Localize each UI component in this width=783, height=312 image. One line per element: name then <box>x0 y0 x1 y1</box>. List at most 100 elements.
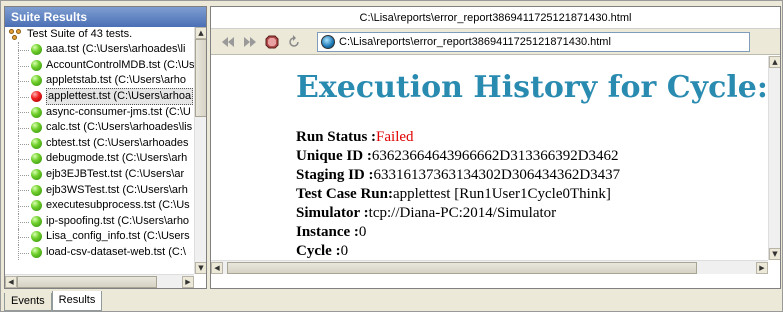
scroll-right-icon[interactable]: ▶ <box>182 276 194 288</box>
forward-arrow-icon[interactable] <box>239 32 261 52</box>
tree-item[interactable]: load-csv-dataset-web.tst (C:\ <box>5 244 196 261</box>
report-fields: Run Status :Failed Unique ID :63623664643… <box>296 128 768 260</box>
tree-item-label: Lisa_config_info.tst (C:\Users <box>46 230 190 243</box>
green-ball-icon <box>31 184 42 196</box>
field-value: applettest [Run1User1Cycle0Think] <box>392 186 611 202</box>
tree-item-label: cbtest.tst (C:\Users\arhoades <box>46 136 189 149</box>
scroll-thumb[interactable] <box>17 276 157 288</box>
green-ball-icon <box>31 75 42 87</box>
scroll-up-icon[interactable]: ▲ <box>769 56 780 68</box>
scroll-down-icon[interactable]: ▼ <box>769 248 780 260</box>
green-ball-icon <box>31 137 42 149</box>
field-label: Simulator : <box>296 205 369 221</box>
tree-item-label: AccountControlMDB.tst (C:\Us <box>46 58 195 71</box>
stop-icon[interactable] <box>261 32 283 52</box>
results-tree: Test Suite of 43 tests. aaa.tst (C:\User… <box>5 27 196 274</box>
panel-header: Suite Results <box>5 7 206 27</box>
tab-results[interactable]: Results <box>51 291 103 311</box>
tree-item[interactable]: ejb3EJBTest.tst (C:\Users\ar <box>5 166 196 183</box>
field-label: Staging ID : <box>296 167 374 183</box>
refresh-icon[interactable] <box>283 32 305 52</box>
tree-item-label: aaa.tst (C:\Users\arhoades\li <box>46 43 186 56</box>
address-text: C:\Lisa\reports\error_report386941172512… <box>339 35 611 48</box>
tree-item[interactable]: cbtest.tst (C:\Users\arhoades <box>5 135 196 152</box>
tree-item[interactable]: ip-spoofing.tst (C:\Users\arho <box>5 213 196 230</box>
field-value: 0 <box>358 224 367 240</box>
tree-item-label: ejb3EJBTest.tst (C:\Users\ar <box>46 168 185 181</box>
green-ball-icon <box>31 231 42 243</box>
field-value: 63623664643966662D313366392D3462 <box>371 148 619 164</box>
tree-horizontal-scrollbar[interactable]: ◀ ▶ <box>5 274 194 288</box>
tree-item[interactable]: async-consumer-jms.tst (C:\U <box>5 104 196 120</box>
content-vertical-scrollbar[interactable]: ▲ ▼ <box>768 56 780 260</box>
tree-item[interactable]: applettest.tst (C:\Users\arhoa <box>5 88 196 106</box>
report-field: Staging ID :63316137363134302D306434362D… <box>296 166 768 185</box>
scroll-down-icon[interactable]: ▼ <box>195 262 206 274</box>
scroll-left-icon[interactable]: ◀ <box>5 276 17 288</box>
run-status-value: Failed <box>376 129 414 145</box>
tree-item[interactable]: aaa.tst (C:\Users\arhoades\li <box>5 42 196 58</box>
field-label: Test Case Run: <box>296 186 393 202</box>
tree-item[interactable]: debugmode.tst (C:\Users\arh <box>5 151 196 167</box>
tree-root-label: Test Suite of 43 tests. <box>27 28 133 40</box>
report-field: Cycle :0 <box>296 242 768 260</box>
report-field: Unique ID :63623664643966662D313366392D3… <box>296 147 768 166</box>
field-label: Cycle : <box>296 243 341 259</box>
tree-item-label: executesubprocess.tst (C:\Us <box>46 199 190 212</box>
green-ball-icon <box>31 59 42 71</box>
field-value: 0 <box>340 243 349 259</box>
suite-icon <box>9 28 23 41</box>
tree-item[interactable]: ejb3WSTest.tst (C:\Users\arh <box>5 182 196 198</box>
field-label: Instance : <box>296 224 359 240</box>
red-ball-icon <box>31 91 42 103</box>
report-field: Instance :0 <box>296 223 768 242</box>
scroll-thumb[interactable] <box>195 39 206 117</box>
report-browser-panel: C:\Lisa\reports\error_report386941172512… <box>210 6 781 289</box>
tree-item[interactable]: appletstab.tst (C:\Users\arho <box>5 73 196 89</box>
content-horizontal-scrollbar[interactable]: ◀ ▶ <box>211 260 768 274</box>
globe-icon <box>321 34 335 49</box>
tree-item-label: ip-spoofing.tst (C:\Users\arho <box>46 214 190 227</box>
tree-item-label: debugmode.tst (C:\Users\arh <box>46 152 188 165</box>
field-label: Unique ID : <box>296 148 372 164</box>
browser-toolbar: C:\Lisa\reports\error_report386941172512… <box>211 29 780 55</box>
field-value: tcp://Diana-PC:2014/Simulator <box>368 205 557 221</box>
green-ball-icon <box>31 200 42 212</box>
scroll-up-icon[interactable]: ▲ <box>195 27 206 39</box>
scroll-right-icon[interactable]: ▶ <box>756 262 768 274</box>
green-ball-icon <box>31 169 42 181</box>
back-arrow-icon[interactable] <box>217 32 239 52</box>
scroll-left-icon[interactable]: ◀ <box>211 262 223 274</box>
green-ball-icon <box>31 215 42 227</box>
tree-item-label: applettest.tst (C:\Users\arhoa <box>46 88 194 106</box>
tree-item-label: async-consumer-jms.tst (C:\U <box>46 105 191 118</box>
application-window: Suite Results Test Suite of 43 tests. aa… <box>0 0 783 312</box>
tree-item-label: ejb3WSTest.tst (C:\Users\arh <box>46 183 188 196</box>
bottom-tabs: Events Results <box>4 291 103 311</box>
tree-root[interactable]: Test Suite of 43 tests. <box>5 27 196 42</box>
tree-item[interactable]: Lisa_config_info.tst (C:\Users <box>5 229 196 245</box>
tree-item-label: appletstab.tst (C:\Users\arho <box>46 74 187 87</box>
green-ball-icon <box>31 106 42 118</box>
green-ball-icon <box>31 247 42 259</box>
tree-item[interactable]: executesubprocess.tst (C:\Us <box>5 197 196 214</box>
report-field: Simulator :tcp://Diana-PC:2014/Simulator <box>296 204 768 223</box>
report-field: Run Status :Failed <box>296 128 768 147</box>
report-content: Execution History for Cycle: applettest … <box>211 56 768 260</box>
address-bar[interactable]: C:\Lisa\reports\error_report386941172512… <box>317 31 750 52</box>
browser-title: C:\Lisa\reports\error_report386941172512… <box>211 7 780 29</box>
tab-events[interactable]: Events <box>4 293 52 311</box>
tree-item-label: load-csv-dataset-web.tst (C:\ <box>46 246 186 259</box>
scroll-thumb[interactable] <box>227 262 697 274</box>
suite-results-panel: Suite Results Test Suite of 43 tests. aa… <box>4 6 207 289</box>
green-ball-icon <box>31 44 42 56</box>
tree-item[interactable]: calc.tst (C:\Users\arhoades\lis <box>5 119 196 136</box>
field-label: Run Status : <box>296 129 377 145</box>
tree-item[interactable]: AccountControlMDB.tst (C:\Us <box>5 57 196 74</box>
green-ball-icon <box>31 122 42 134</box>
field-value: 63316137363134302D306434362D3437 <box>373 167 621 183</box>
green-ball-icon <box>31 153 42 165</box>
tree-vertical-scrollbar[interactable]: ▲ ▼ <box>194 27 206 274</box>
report-field: Test Case Run:applettest [Run1User1Cycle… <box>296 185 768 204</box>
page-title: Execution History for Cycle: applettest <box>296 70 768 105</box>
